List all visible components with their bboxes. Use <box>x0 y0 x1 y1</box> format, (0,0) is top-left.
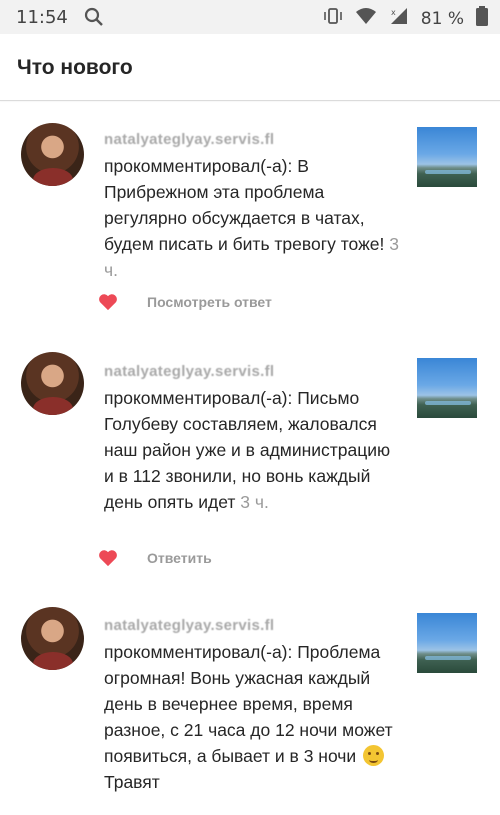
avatar[interactable] <box>21 352 84 415</box>
post-thumbnail[interactable] <box>417 613 477 673</box>
item-actions: Посмотреть ответ <box>98 293 272 311</box>
svg-text:x: x <box>391 8 396 17</box>
view-reply-link[interactable]: Посмотреть ответ <box>147 294 272 310</box>
battery-label: 81 % <box>420 8 464 29</box>
comment-text: natalyateglyay.servis.fl прокомментирова… <box>104 125 404 283</box>
comment-tail: Травят <box>104 772 160 792</box>
reply-link[interactable]: Ответить <box>147 550 212 566</box>
username[interactable]: natalyateglyay.servis.fl <box>104 617 274 634</box>
battery-icon <box>476 6 488 31</box>
comment-text: natalyateglyay.servis.fl прокомментирова… <box>104 611 404 795</box>
heart-icon[interactable] <box>98 549 118 567</box>
timestamp: 3 ч. <box>240 492 269 512</box>
username[interactable]: natalyateglyay.servis.fl <box>104 131 274 148</box>
search-icon[interactable] <box>84 7 104 32</box>
comment-body: прокомментировал(-а): В Прибрежном эта п… <box>104 156 385 254</box>
wifi-icon <box>355 7 377 30</box>
app-bar: Что нового <box>0 34 500 101</box>
signal-icon: x <box>389 7 409 30</box>
post-thumbnail[interactable] <box>417 127 477 187</box>
heart-icon[interactable] <box>98 293 118 311</box>
avatar[interactable] <box>21 123 84 186</box>
status-bar: 11:54 x 81 % <box>0 0 500 34</box>
vibrate-icon <box>323 7 343 30</box>
smiley-emoji-icon <box>363 745 385 766</box>
username[interactable]: natalyateglyay.servis.fl <box>104 363 274 380</box>
status-time: 11:54 <box>16 7 68 28</box>
post-thumbnail[interactable] <box>417 358 477 418</box>
comment-text: natalyateglyay.servis.fl прокомментирова… <box>104 357 404 515</box>
item-actions: Ответить <box>98 549 212 567</box>
page-title: Что нового <box>17 56 133 79</box>
avatar[interactable] <box>21 607 84 670</box>
comment-body: прокомментировал(-а): Проблема огромная!… <box>104 642 393 766</box>
